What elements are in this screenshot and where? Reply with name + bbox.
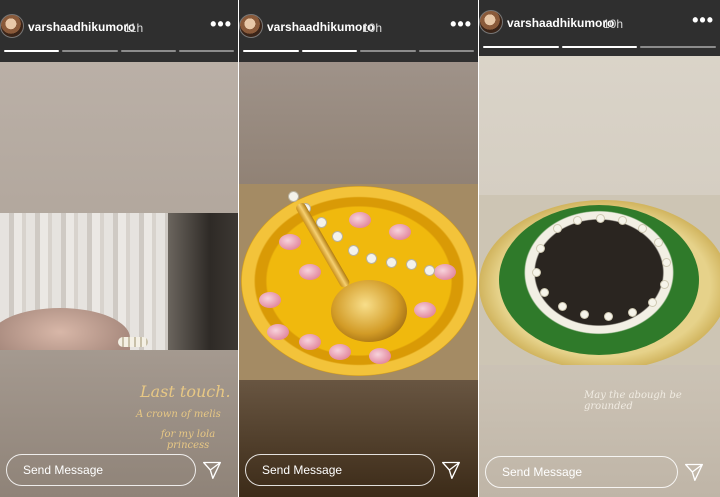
jasmine-flower	[554, 225, 561, 232]
progress-segment	[418, 50, 474, 52]
send-message-placeholder: Send Message	[23, 463, 104, 477]
story-header: varshaadhikumoro 11h •••	[0, 0, 238, 62]
story-panel-2[interactable]: varshaadhikumoro 10h ••• Send Message	[239, 0, 478, 497]
username[interactable]: varshaadhikumoro	[267, 20, 374, 34]
more-icon[interactable]: •••	[450, 14, 472, 35]
timestamp: 10h	[603, 17, 624, 31]
jasmine-flower	[367, 254, 376, 263]
avatar[interactable]	[0, 14, 24, 38]
caption-line: A crown of melis	[136, 409, 221, 420]
story-photo-ring	[479, 195, 720, 365]
send-message-input[interactable]: Send Message	[245, 454, 435, 486]
jasmine-flower	[387, 258, 396, 267]
jasmine-flower	[333, 232, 342, 241]
timestamp: 10h	[362, 21, 383, 35]
jasmine-flower	[629, 309, 636, 316]
avatar[interactable]	[239, 14, 263, 38]
jasmine-flower	[537, 245, 544, 252]
jasmine-flower	[581, 311, 588, 318]
progress-segment	[4, 50, 60, 52]
story-panel-1[interactable]: varshaadhikumoro 11h ••• Last touch. A c…	[0, 0, 238, 497]
rose-petal	[267, 324, 289, 340]
rose-petal	[434, 264, 456, 280]
progress-segment	[561, 46, 638, 48]
jasmine-flower	[605, 313, 612, 320]
story-photo-curtains	[0, 213, 238, 350]
rose-petal	[349, 212, 371, 228]
jasmine-flower	[655, 239, 662, 246]
curtain	[168, 213, 238, 350]
jasmine-flower	[619, 217, 626, 224]
progress-bar	[483, 46, 717, 48]
jasmine-flower	[574, 217, 581, 224]
flower-garland	[118, 337, 148, 347]
progress-segment	[640, 46, 717, 48]
jasmine-flower	[317, 218, 326, 227]
progress-segment	[360, 50, 416, 52]
send-message-input[interactable]: Send Message	[6, 454, 196, 486]
jasmine-flower	[639, 225, 646, 232]
rose-petal	[369, 348, 391, 364]
jasmine-flower	[649, 299, 656, 306]
progress-segment	[178, 50, 234, 52]
hand	[0, 308, 130, 350]
timestamp: 11h	[124, 21, 144, 35]
send-message-placeholder: Send Message	[502, 465, 583, 479]
rose-petal	[259, 292, 281, 308]
caption-title: Last touch.	[140, 382, 231, 401]
username[interactable]: varshaadhikumoro	[507, 16, 614, 30]
send-icon[interactable]	[684, 462, 704, 482]
story-panel-3[interactable]: varshaadhikumoro 10h ••• May the abough …	[479, 0, 720, 497]
rose-petal	[414, 302, 436, 318]
jasmine-flower	[541, 289, 548, 296]
more-icon[interactable]: •••	[692, 10, 714, 31]
rose-petal	[279, 234, 301, 250]
jasmine-flower	[289, 192, 298, 201]
progress-segment	[62, 50, 118, 52]
spoon-bowl	[331, 280, 407, 342]
jasmine-flower	[597, 215, 604, 222]
send-icon[interactable]	[441, 460, 461, 480]
story-header: varshaadhikumoro 10h •••	[479, 0, 720, 56]
username[interactable]: varshaadhikumoro	[28, 20, 135, 34]
jasmine-flower	[559, 303, 566, 310]
progress-bar	[4, 50, 234, 52]
rose-petal	[329, 344, 351, 360]
progress-segment	[243, 50, 299, 52]
send-message-input[interactable]: Send Message	[485, 456, 678, 488]
jasmine-flower	[425, 266, 434, 275]
jasmine-flower	[661, 281, 668, 288]
caption-line: for my lola princess	[160, 429, 216, 451]
more-icon[interactable]: •••	[210, 14, 232, 35]
send-message-placeholder: Send Message	[262, 463, 343, 477]
rose-petal	[299, 334, 321, 350]
progress-segment	[483, 46, 559, 48]
jasmine-flower	[533, 269, 540, 276]
story-header: varshaadhikumoro 10h •••	[239, 0, 478, 62]
progress-segment	[301, 50, 357, 52]
avatar[interactable]	[479, 10, 503, 34]
rose-petal	[299, 264, 321, 280]
story-caption: May the abough be grounded	[584, 390, 682, 412]
jasmine-flower	[349, 246, 358, 255]
story-photo-tray	[239, 184, 478, 380]
green-ring	[499, 205, 699, 355]
progress-bar	[243, 50, 474, 52]
jasmine-flower	[407, 260, 416, 269]
send-icon[interactable]	[202, 460, 222, 480]
jasmine-flower	[663, 259, 670, 266]
rose-petal	[389, 224, 411, 240]
progress-segment	[120, 50, 176, 52]
